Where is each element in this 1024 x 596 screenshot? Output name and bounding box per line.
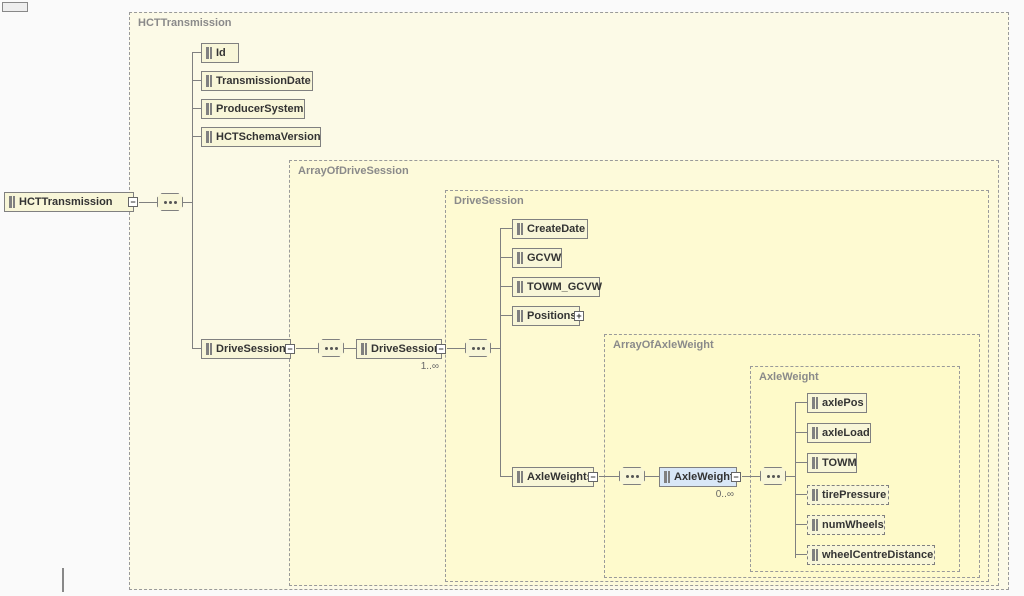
sequence-compositor[interactable]: [318, 339, 344, 357]
node-label: tirePressure: [822, 489, 886, 501]
cardinality: 1..∞: [421, 361, 439, 372]
node-towm-gcvw[interactable]: TOWM_GCVW: [512, 277, 600, 297]
node-label: axlePos: [822, 397, 864, 409]
scroll-thumb-decoration: [62, 568, 64, 592]
node-axle-weights[interactable]: AxleWeights −: [512, 467, 594, 487]
sequence-compositor[interactable]: [465, 339, 491, 357]
collapse-icon[interactable]: −: [436, 344, 446, 354]
node-num-wheels[interactable]: numWheels: [807, 515, 885, 535]
node-axle-weight[interactable]: AxleWeight − 0..∞: [659, 467, 737, 487]
collapse-icon[interactable]: −: [588, 472, 598, 482]
node-label: Positions: [527, 310, 577, 322]
node-label: HCTTransmission: [19, 196, 113, 208]
node-label: wheelCentreDistance: [822, 549, 933, 561]
node-label: TOWM_GCVW: [527, 281, 602, 293]
node-id[interactable]: Id: [201, 43, 239, 63]
node-drive-session[interactable]: DriveSession − 1..∞: [356, 339, 442, 359]
sequence-compositor[interactable]: [157, 193, 183, 211]
schema-canvas[interactable]: HCTTransmission ArrayOfDriveSession Driv…: [0, 0, 1024, 596]
node-tire-pressure[interactable]: tirePressure: [807, 485, 889, 505]
sequence-compositor[interactable]: [760, 467, 786, 485]
window-corner-mark: [2, 2, 28, 12]
cardinality: 0..∞: [716, 489, 734, 500]
node-label: DriveSession: [371, 343, 441, 355]
node-drive-sessions[interactable]: DriveSessions −: [201, 339, 291, 359]
node-wheel-centre-distance[interactable]: wheelCentreDistance: [807, 545, 935, 565]
node-label: HCTSchemaVersion: [216, 131, 321, 143]
group-title: ArrayOfAxleWeight: [613, 339, 714, 351]
group-title: HCTTransmission: [138, 17, 232, 29]
node-axle-pos[interactable]: axlePos: [807, 393, 867, 413]
group-title: ArrayOfDriveSession: [298, 165, 409, 177]
node-label: AxleWeight: [674, 471, 734, 483]
group-title: DriveSession: [454, 195, 524, 207]
node-positions[interactable]: Positions +: [512, 306, 580, 326]
node-label: axleLoad: [822, 427, 870, 439]
node-label: GCVW: [527, 252, 561, 264]
node-hcttransmission-root[interactable]: HCTTransmission −: [4, 192, 134, 212]
sequence-compositor[interactable]: [619, 467, 645, 485]
node-label: numWheels: [822, 519, 884, 531]
node-label: Id: [216, 47, 226, 59]
node-gcvw[interactable]: GCVW: [512, 248, 562, 268]
node-label: DriveSessions: [216, 343, 292, 355]
node-towm[interactable]: TOWM: [807, 453, 857, 473]
node-axle-load[interactable]: axleLoad: [807, 423, 871, 443]
node-producer-system[interactable]: ProducerSystem: [201, 99, 305, 119]
collapse-icon[interactable]: −: [285, 344, 295, 354]
node-label: TOWM: [822, 457, 857, 469]
node-label: CreateDate: [527, 223, 585, 235]
expand-icon[interactable]: +: [574, 311, 584, 321]
collapse-icon[interactable]: −: [128, 197, 138, 207]
group-title: AxleWeight: [759, 371, 819, 383]
node-create-date[interactable]: CreateDate: [512, 219, 588, 239]
node-hct-schema-version[interactable]: HCTSchemaVersion: [201, 127, 321, 147]
node-label: TransmissionDate: [216, 75, 311, 87]
collapse-icon[interactable]: −: [731, 472, 741, 482]
node-label: ProducerSystem: [216, 103, 303, 115]
node-label: AxleWeights: [527, 471, 593, 483]
node-transmission-date[interactable]: TransmissionDate: [201, 71, 313, 91]
